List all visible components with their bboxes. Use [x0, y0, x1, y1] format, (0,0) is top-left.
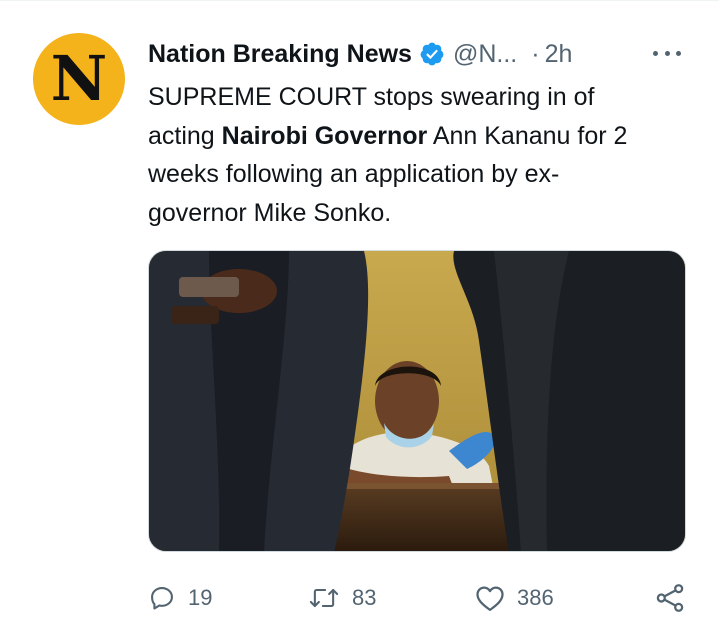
retweet-icon — [308, 584, 340, 612]
tweet-text-line-3: weeks following an application by ex- — [148, 155, 693, 194]
reply-icon — [148, 584, 176, 612]
retweet-count: 83 — [352, 585, 377, 610]
reply-action[interactable]: 19 — [148, 578, 212, 618]
like-count: 386 — [517, 585, 554, 610]
photo-illustration — [149, 251, 685, 551]
retweet-action[interactable]: 83 — [308, 578, 376, 618]
author-handle[interactable]: @N... — [453, 40, 517, 69]
avatar-letter: N — [50, 42, 108, 115]
more-options-icon[interactable] — [647, 42, 687, 64]
heart-icon — [475, 584, 505, 612]
author-name[interactable]: Nation Breaking News — [148, 40, 412, 69]
more-dot — [653, 50, 658, 56]
share-icon — [654, 582, 686, 614]
more-dot — [676, 50, 681, 56]
top-divider — [0, 0, 719, 1]
text-span: Ann Kananu for 2 — [427, 121, 628, 150]
verified-badge-icon — [419, 41, 445, 67]
text-span: weeks following an application by ex- — [148, 160, 560, 188]
tweet-text-line-4: governor Mike Sonko. — [148, 194, 693, 233]
tweet-header: Nation Breaking News @N... · 2h — [148, 38, 572, 70]
more-dot — [664, 50, 670, 56]
share-action[interactable] — [654, 578, 686, 618]
bold-text: Nairobi Governor — [221, 121, 428, 150]
tweet-text-line-1: SUPREME COURT stops swearing in of — [148, 78, 693, 117]
reply-count: 19 — [188, 585, 213, 610]
separator-dot: · — [531, 39, 540, 68]
like-action[interactable]: 386 — [475, 578, 554, 618]
timestamp[interactable]: 2h — [545, 40, 573, 69]
text-span: governor Mike Sonko. — [148, 198, 392, 227]
tweet-text: SUPREME COURT stops swearing in of actin… — [148, 78, 693, 232]
tweet-actions: 19 83 386 — [148, 578, 693, 618]
tweet-photo[interactable] — [148, 250, 686, 552]
text-span: acting — [148, 121, 222, 150]
avatar[interactable]: N — [33, 33, 125, 125]
text-span: SUPREME COURT stops swearing in of — [148, 83, 595, 111]
tweet-text-line-2: acting Nairobi Governor Ann Kananu for 2 — [148, 117, 693, 156]
